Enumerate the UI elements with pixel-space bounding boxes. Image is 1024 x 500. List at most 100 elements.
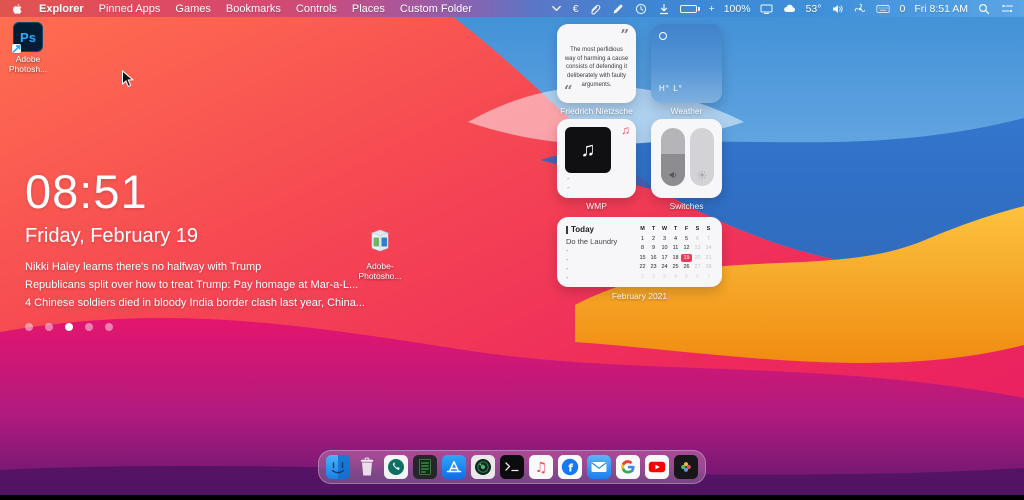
menu-item-places[interactable]: Places xyxy=(352,3,385,15)
quote-widget[interactable]: ” The most perfidious way of harming a c… xyxy=(557,24,636,103)
open-quote-icon: ” xyxy=(620,26,629,44)
calendar-day[interactable]: 21 xyxy=(703,254,714,262)
pagination-dot-4[interactable] xyxy=(105,323,113,331)
battery-charging-indicator: + xyxy=(708,2,715,15)
mini-month-grid: M T W T F S S 1 2 3 4 5 6 7 8 9 10 11 12 13 14 15 16 17 18 19 20 21… xyxy=(637,225,714,281)
calendar-day[interactable]: 22 xyxy=(637,263,648,271)
calendar-day[interactable]: 23 xyxy=(648,263,659,271)
calendar-day[interactable]: 12 xyxy=(681,244,692,252)
pencil-icon[interactable] xyxy=(611,2,625,15)
fan-icon[interactable] xyxy=(853,2,867,15)
paperclip-icon[interactable] xyxy=(588,2,602,15)
calendar-day[interactable]: 1 xyxy=(637,273,648,281)
weather-cloud-icon[interactable] xyxy=(783,2,797,15)
calendar-day[interactable]: 4 xyxy=(670,273,681,281)
display-icon[interactable] xyxy=(760,2,774,15)
calendar-day[interactable]: 20 xyxy=(692,254,703,262)
news-headline[interactable]: Republicans split over how to treat Trum… xyxy=(25,279,365,291)
svg-text:♫: ♫ xyxy=(535,460,548,476)
calendar-day[interactable]: 7 xyxy=(703,235,714,243)
calendar-day[interactable]: 2 xyxy=(648,273,659,281)
desktop-icon-photoshop-shortcut[interactable]: Ps ↗ Adobe Photosh... xyxy=(4,22,52,74)
volume-toggle[interactable] xyxy=(661,128,685,186)
photos-dark-dock-icon[interactable] xyxy=(674,455,698,479)
brightness-icon xyxy=(690,170,714,180)
menubar-clock[interactable]: Fri 8:51 AM xyxy=(914,3,968,15)
download-icon[interactable] xyxy=(657,2,671,15)
clock-history-icon[interactable] xyxy=(634,2,648,15)
youtube-dock-icon[interactable] xyxy=(645,455,669,479)
menu-item-custom-folder[interactable]: Custom Folder xyxy=(400,3,472,15)
battery-icon[interactable] xyxy=(679,4,700,13)
mail-dock-icon[interactable] xyxy=(587,455,611,479)
google-dock-icon[interactable] xyxy=(616,455,640,479)
calendar-day[interactable]: 6 xyxy=(692,273,703,281)
calendar-widget[interactable]: Today Do the Laundry ---- MTWTFSS1234567… xyxy=(557,217,722,287)
menu-item-explorer[interactable]: Explorer xyxy=(39,3,84,15)
music-dock-icon[interactable]: ♫ xyxy=(529,455,553,479)
volume-icon[interactable] xyxy=(830,2,844,15)
calendar-day[interactable]: 6 xyxy=(692,235,703,243)
calendar-day[interactable]: 14 xyxy=(703,244,714,252)
calendar-day[interactable]: 11 xyxy=(670,244,681,252)
installer-box-icon xyxy=(367,226,393,259)
today-label: Today xyxy=(571,225,594,234)
calendar-empty-slots: ---- xyxy=(566,246,640,282)
calendar-day[interactable]: 5 xyxy=(681,235,692,243)
apple-logo-icon[interactable] xyxy=(10,2,24,15)
keyboard-icon[interactable] xyxy=(876,2,891,15)
calendar-day[interactable]: 3 xyxy=(659,235,670,243)
news-headline[interactable]: Nikki Haley learns there's no halfway wi… xyxy=(25,261,365,273)
calendar-day[interactable]: 25 xyxy=(670,263,681,271)
media-player-widget[interactable]: ♫ ♫ - - xyxy=(557,119,636,198)
app-store-dock-icon[interactable] xyxy=(442,455,466,479)
calendar-day[interactable]: 17 xyxy=(659,254,670,262)
calendar-day[interactable]: 18 xyxy=(670,254,681,262)
switches-widget[interactable] xyxy=(651,119,722,198)
calendar-day[interactable]: 8 xyxy=(637,244,648,252)
camera-lens-dock-icon[interactable] xyxy=(471,455,495,479)
calendar-empty-slot: - xyxy=(566,264,569,273)
temperature-reading: 53° xyxy=(805,2,822,15)
menu-item-games[interactable]: Games xyxy=(175,3,210,15)
news-headline[interactable]: 4 Chinese soldiers died in bloody India … xyxy=(25,297,365,309)
calendar-day[interactable]: 27 xyxy=(692,263,703,271)
calendar-day[interactable]: 4 xyxy=(670,235,681,243)
control-center-icon[interactable] xyxy=(1000,2,1014,15)
menu-item-pinned-apps[interactable]: Pinned Apps xyxy=(99,3,161,15)
pagination-dot-2[interactable] xyxy=(65,323,73,331)
phone-dock-icon[interactable] xyxy=(384,455,408,479)
chevron-down-icon[interactable] xyxy=(550,2,564,15)
calendar-day[interactable]: 28 xyxy=(703,263,714,271)
calendar-day[interactable]: 13 xyxy=(692,244,703,252)
calendar-day[interactable]: 24 xyxy=(659,263,670,271)
calendar-day[interactable]: 1 xyxy=(637,235,648,243)
euro-icon[interactable]: € xyxy=(573,3,579,15)
terminal-dock-icon[interactable] xyxy=(500,455,524,479)
pagination-dot-1[interactable] xyxy=(45,323,53,331)
finder-dock-icon[interactable] xyxy=(326,455,350,479)
trash-dock-icon[interactable] xyxy=(355,455,379,479)
weather-widget[interactable]: H° L° xyxy=(651,24,722,103)
calendar-day[interactable]: 2 xyxy=(648,235,659,243)
pagination-dot-0[interactable] xyxy=(25,323,33,331)
calendar-day-today[interactable]: 19 xyxy=(681,253,692,262)
search-icon[interactable] xyxy=(977,2,991,15)
calendar-day[interactable]: 9 xyxy=(648,244,659,252)
calendar-day[interactable]: 7 xyxy=(703,273,714,281)
shortcut-arrow-badge: ↗ xyxy=(11,40,22,56)
notes-ledger-dock-icon[interactable] xyxy=(413,455,437,479)
calendar-day[interactable]: 5 xyxy=(681,273,692,281)
menu-item-controls[interactable]: Controls xyxy=(296,3,337,15)
calendar-day[interactable]: 10 xyxy=(659,244,670,252)
brightness-toggle[interactable] xyxy=(690,128,714,186)
pagination-dot-3[interactable] xyxy=(85,323,93,331)
calendar-day[interactable]: 3 xyxy=(659,273,670,281)
calendar-event[interactable]: Do the Laundry xyxy=(566,237,640,246)
calendar-day[interactable]: 16 xyxy=(648,254,659,262)
weekday-header: S xyxy=(695,226,700,232)
calendar-day[interactable]: 15 xyxy=(637,254,648,262)
facebook-dock-icon[interactable]: f xyxy=(558,455,582,479)
calendar-day[interactable]: 26 xyxy=(681,263,692,271)
menu-item-bookmarks[interactable]: Bookmarks xyxy=(226,3,281,15)
